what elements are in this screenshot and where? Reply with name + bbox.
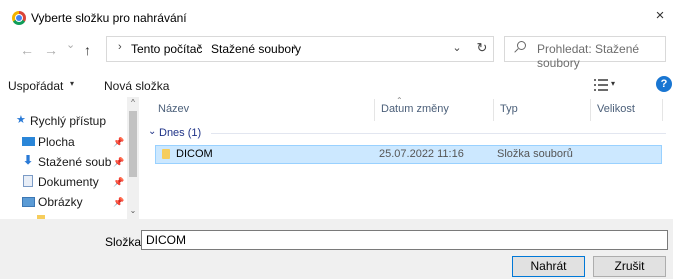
group-collapse-icon[interactable]: ⌄ (148, 126, 156, 137)
window-title: Vyberte složku pro nahrávání (31, 11, 187, 25)
column-header-type[interactable]: Typ (500, 103, 518, 115)
chrome-icon (12, 11, 26, 25)
upload-button[interactable]: Nahrát (512, 256, 585, 277)
pin-icon[interactable]: 📌 (113, 137, 124, 148)
row-name[interactable]: DICOM (176, 148, 213, 160)
download-icon: ⬇ (23, 153, 34, 167)
group-divider (211, 133, 666, 134)
group-header-today[interactable]: Dnes (1) (159, 127, 201, 139)
sidebar-item-documents[interactable]: Dokumenty (38, 175, 99, 189)
folder-label: Složka: (105, 235, 145, 249)
folder-name-input[interactable] (141, 230, 668, 250)
back-button[interactable]: ← (20, 42, 34, 58)
new-folder-button[interactable]: Nová složka (104, 79, 169, 93)
column-header-name[interactable]: Název (158, 103, 189, 115)
organize-button[interactable]: Uspořádat (8, 79, 63, 93)
cancel-button[interactable]: Zrušit (593, 256, 666, 277)
sidebar-item-quick-access[interactable]: Rychlý přístup (30, 114, 106, 128)
column-divider[interactable] (662, 99, 663, 121)
pin-icon[interactable]: 📌 (113, 177, 124, 188)
close-button[interactable]: × (650, 6, 670, 26)
search-input-placeholder[interactable]: Prohledat: Stažené soubory (537, 42, 673, 70)
column-divider[interactable] (590, 99, 591, 121)
column-header-size[interactable]: Velikost (597, 103, 635, 115)
breadcrumb-separator[interactable]: › (293, 41, 297, 53)
column-divider[interactable] (374, 99, 375, 121)
star-icon: ★ (16, 114, 26, 126)
scroll-down-button[interactable]: ⌄ (127, 206, 139, 216)
up-button[interactable]: ↑ (84, 42, 91, 58)
forward-button[interactable]: → (44, 42, 58, 58)
sidebar-item-downloads[interactable]: Stažené soub (38, 155, 111, 169)
sidebar-item-desktop[interactable]: Plocha (38, 135, 75, 149)
breadcrumb-separator[interactable]: › (198, 41, 202, 53)
command-bar (0, 73, 673, 97)
row-date: 25.07.2022 11:16 (379, 148, 464, 160)
help-icon[interactable]: ? (656, 76, 672, 92)
folder-icon (162, 149, 170, 159)
scroll-thumb[interactable] (129, 111, 137, 177)
sidebar-item-pictures[interactable]: Obrázky (38, 195, 83, 209)
chevron-down-icon[interactable]: ▾ (70, 79, 74, 88)
column-header-date[interactable]: Datum změny (381, 103, 449, 115)
recent-locations-button[interactable]: ⌄ (66, 38, 75, 51)
breadcrumb-downloads[interactable]: Stažené soubory (211, 42, 301, 56)
pin-icon[interactable]: 📌 (113, 197, 124, 208)
search-icon (517, 41, 526, 50)
view-options-icon[interactable] (594, 78, 608, 91)
row-type: Složka souborů (497, 148, 573, 160)
scroll-up-button[interactable]: ^ (127, 98, 139, 108)
pin-icon[interactable]: 📌 (113, 157, 124, 168)
document-icon (23, 175, 33, 187)
column-divider[interactable] (493, 99, 494, 121)
refresh-button[interactable]: ↻ (472, 38, 492, 58)
address-dropdown-button[interactable]: ⌄ (448, 38, 466, 58)
chevron-down-icon[interactable]: ▾ (611, 79, 615, 88)
breadcrumb-separator[interactable]: › (118, 41, 122, 53)
desktop-icon (22, 137, 35, 146)
breadcrumb-this-pc[interactable]: Tento počítač (131, 42, 202, 56)
pictures-icon (22, 197, 35, 207)
